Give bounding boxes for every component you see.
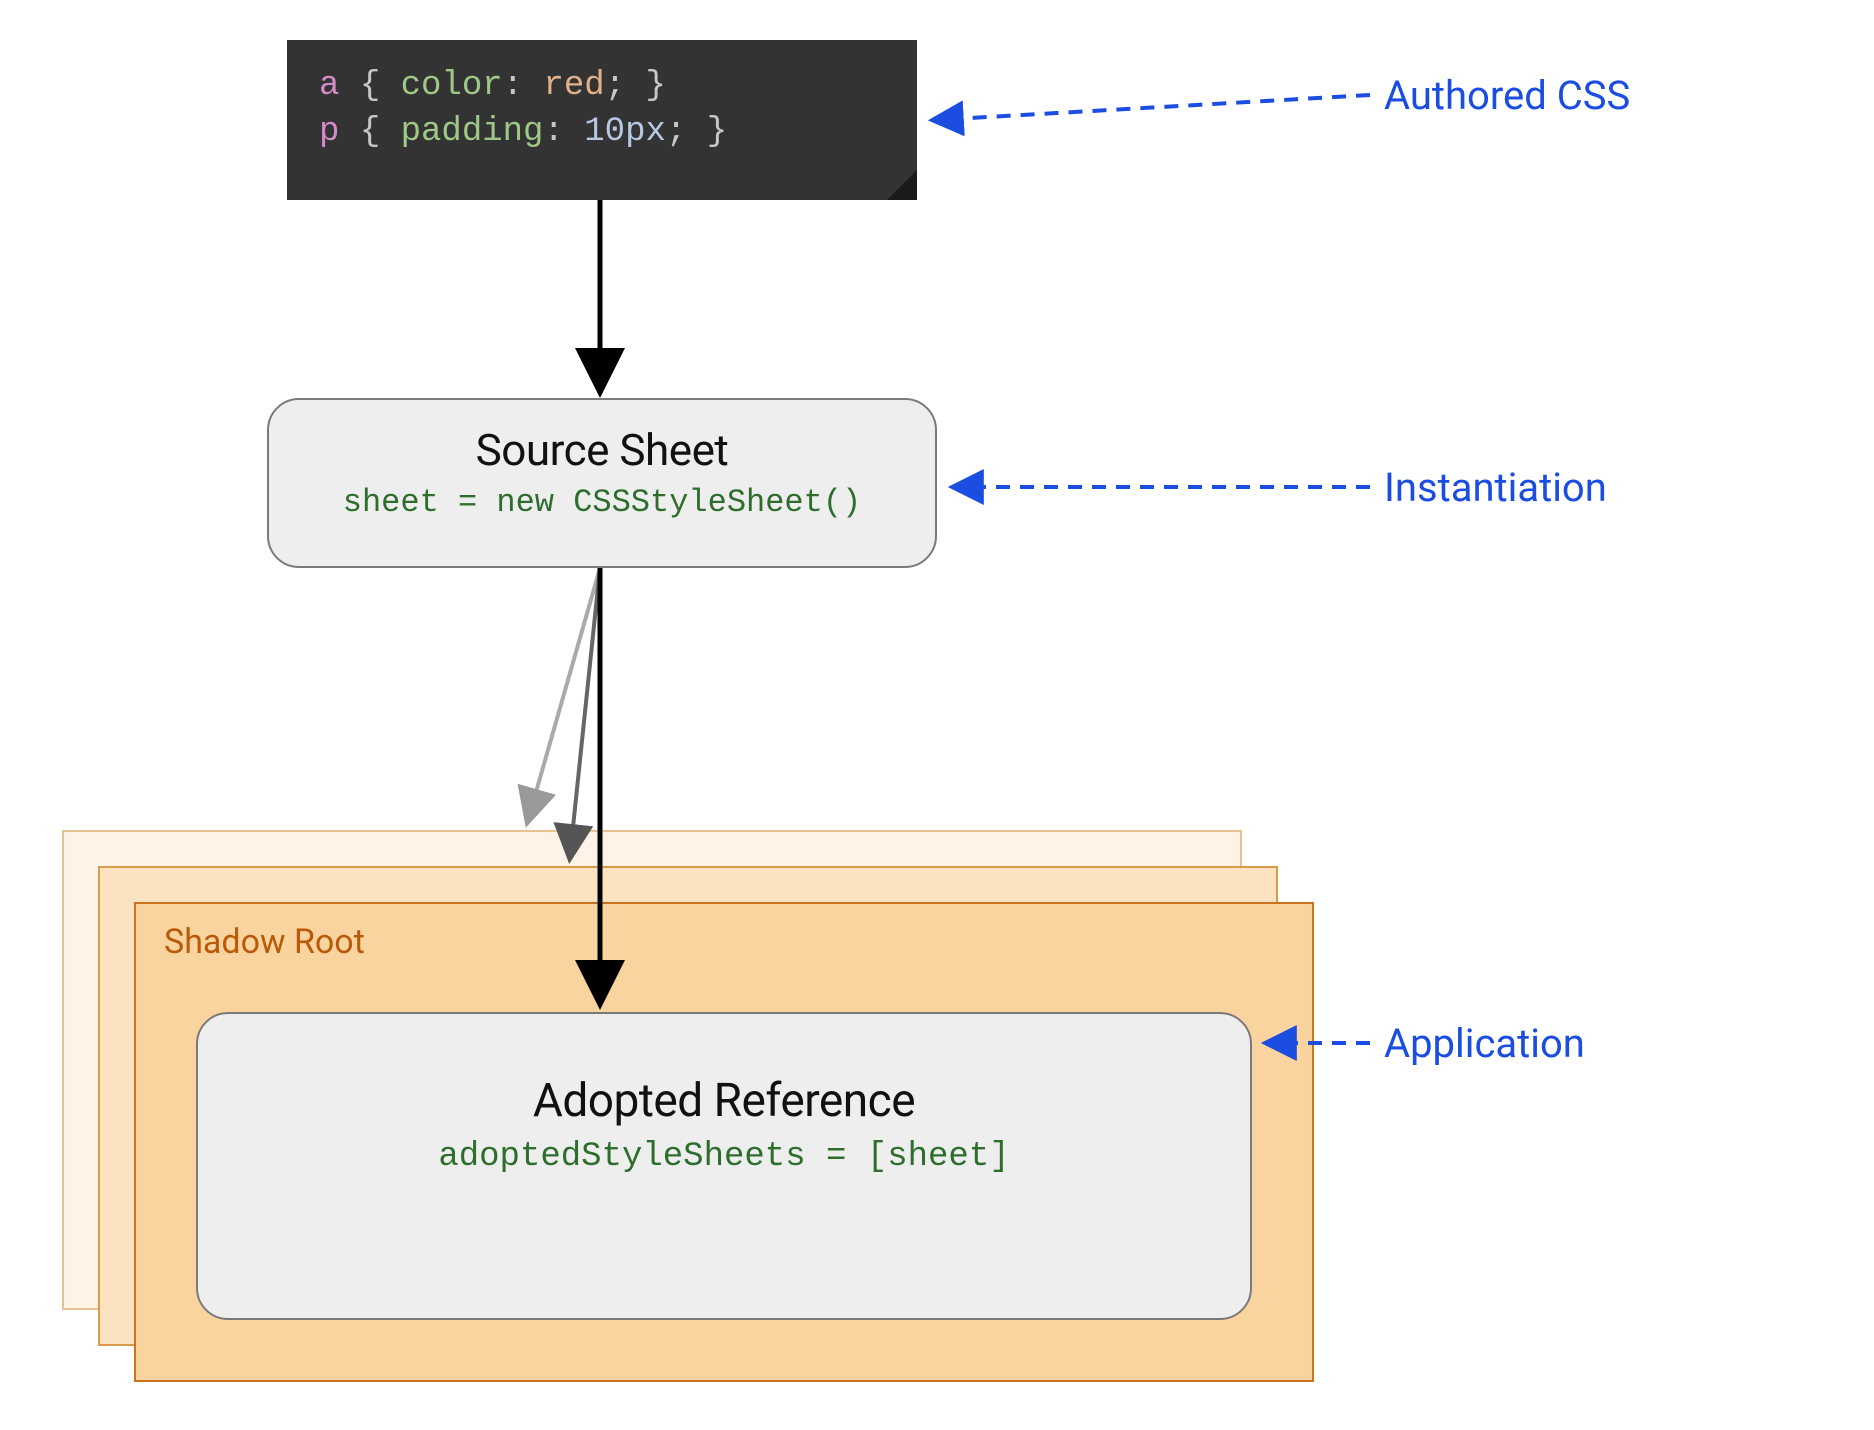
dogear-icon	[887, 170, 917, 200]
annotation-application: Application	[1384, 1020, 1585, 1067]
source-sheet-box: Source Sheet sheet = new CSSStyleSheet()	[267, 398, 937, 568]
code-brace: }	[707, 113, 727, 151]
code-selector: p	[319, 113, 339, 151]
shadow-root-box-front: Shadow Root Adopted Reference adoptedSty…	[134, 902, 1314, 1382]
source-sheet-code: sheet = new CSSStyleSheet()	[269, 484, 935, 521]
code-semicolon: ;	[605, 67, 625, 105]
code-value: 10px	[584, 113, 666, 151]
code-brace: {	[360, 67, 380, 105]
arrow-source-to-sr2	[570, 568, 600, 856]
source-sheet-title: Source Sheet	[269, 424, 935, 476]
adopted-reference-box: Adopted Reference adoptedStyleSheets = […	[196, 1012, 1252, 1320]
arrow-source-to-sr3	[528, 568, 600, 820]
code-brace: {	[360, 113, 380, 151]
shadow-root-label: Shadow Root	[164, 922, 1284, 962]
adopted-code: adoptedStyleSheets = [sheet]	[198, 1138, 1250, 1176]
annotation-arrow-authored	[935, 95, 1370, 120]
diagram-canvas: a { color: red; } p { padding: 10px; } S…	[0, 0, 1874, 1430]
code-value: red	[543, 67, 604, 105]
code-selector: a	[319, 67, 339, 105]
code-colon: :	[503, 67, 523, 105]
code-line-2: p { padding: 10px; }	[319, 110, 885, 156]
code-property: padding	[401, 113, 544, 151]
code-semicolon: ;	[666, 113, 686, 151]
annotation-instantiation: Instantiation	[1384, 464, 1607, 511]
code-brace: }	[646, 67, 666, 105]
code-colon: :	[543, 113, 563, 151]
annotation-authored-css: Authored CSS	[1384, 72, 1630, 119]
code-property: color	[401, 67, 503, 105]
authored-css-block: a { color: red; } p { padding: 10px; }	[287, 40, 917, 200]
adopted-title: Adopted Reference	[198, 1074, 1250, 1128]
code-line-1: a { color: red; }	[319, 64, 885, 110]
